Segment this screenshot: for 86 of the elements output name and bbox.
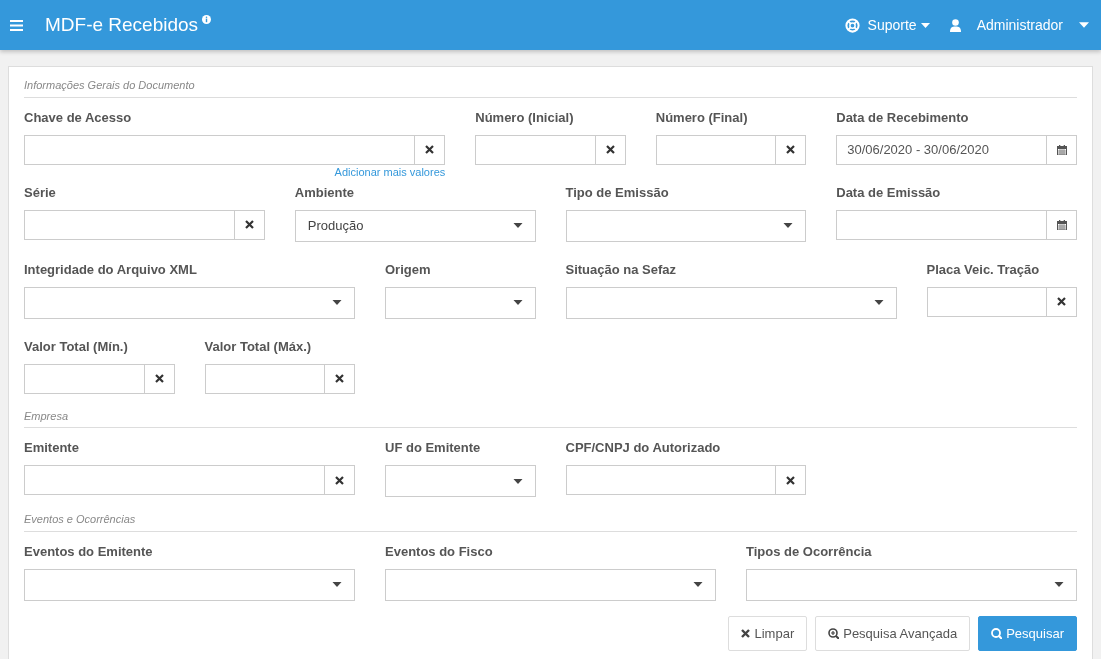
field-label: UF do Emitente bbox=[385, 440, 481, 456]
calendar-icon bbox=[1056, 144, 1067, 155]
calendar-button[interactable] bbox=[1047, 209, 1077, 240]
text-field[interactable] bbox=[565, 465, 777, 495]
field-label: CPF/CNPJ do Autorizado bbox=[565, 440, 721, 456]
text-field[interactable] bbox=[655, 134, 777, 165]
field-label: Emitente bbox=[24, 440, 79, 456]
zoom-in-icon bbox=[828, 627, 840, 639]
clear-button[interactable]: Limpar bbox=[728, 615, 808, 651]
field-label: Tipo de Emissão bbox=[565, 184, 669, 201]
search-icon bbox=[991, 627, 1003, 639]
select-field[interactable] bbox=[565, 286, 897, 319]
select-field[interactable] bbox=[24, 568, 355, 601]
clear-button[interactable] bbox=[776, 134, 807, 165]
select-field[interactable] bbox=[385, 568, 716, 601]
field-label: Número (Final) bbox=[655, 109, 748, 126]
field-label: Valor Total (Mín.) bbox=[24, 338, 128, 355]
text-field[interactable] bbox=[926, 286, 1047, 317]
field-label: Data de Recebimento bbox=[836, 109, 969, 126]
date-range-field[interactable] bbox=[836, 209, 1047, 240]
section-heading: Empresa bbox=[24, 409, 69, 422]
lifebuoy-icon bbox=[844, 17, 860, 33]
page-title: MDF-e Recebidos bbox=[45, 12, 199, 37]
clear-button[interactable] bbox=[144, 363, 175, 394]
field-label: Série bbox=[24, 184, 56, 201]
clear-button[interactable] bbox=[776, 465, 807, 495]
caret-icon bbox=[332, 582, 342, 587]
field-label: Eventos do Fisco bbox=[385, 543, 493, 560]
close-icon bbox=[1057, 297, 1066, 306]
clear-button[interactable] bbox=[325, 363, 355, 394]
caret-icon bbox=[512, 478, 523, 484]
clear-button[interactable] bbox=[595, 134, 626, 165]
text-field[interactable] bbox=[24, 134, 416, 165]
text-field[interactable] bbox=[24, 209, 235, 240]
caret-icon bbox=[332, 300, 342, 305]
field-label: Valor Total (Máx.) bbox=[204, 338, 312, 355]
close-icon bbox=[244, 220, 254, 229]
clear-button[interactable] bbox=[234, 209, 265, 240]
caret-icon bbox=[783, 223, 794, 228]
field-label: Ambiente bbox=[294, 184, 354, 201]
field-label: Situação na Sefaz bbox=[565, 261, 677, 278]
text-field[interactable] bbox=[475, 134, 596, 165]
info-icon bbox=[202, 14, 212, 24]
select-field[interactable] bbox=[385, 465, 536, 497]
text-field[interactable] bbox=[24, 465, 325, 495]
select-field[interactable] bbox=[746, 568, 1077, 601]
calendar-icon bbox=[1056, 219, 1067, 230]
clear-button[interactable] bbox=[325, 465, 355, 495]
close-icon bbox=[786, 145, 796, 154]
calendar-button[interactable] bbox=[1047, 134, 1077, 165]
section-heading: Informações Gerais do Documento bbox=[24, 79, 195, 91]
caret-icon bbox=[920, 22, 930, 28]
select-field[interactable] bbox=[385, 286, 536, 319]
field-label: Tipos de Ocorrência bbox=[746, 543, 872, 560]
caret-icon bbox=[1054, 582, 1064, 587]
text-field[interactable] bbox=[204, 363, 325, 394]
date-range-field[interactable]: 30/06/2020 - 30/06/2020 bbox=[836, 134, 1047, 165]
user-icon bbox=[949, 18, 961, 32]
advanced-search-button[interactable]: Pesquisa Avançada bbox=[815, 615, 971, 651]
close-icon bbox=[335, 475, 344, 485]
field-label: Chave de Acesso bbox=[24, 109, 132, 126]
text-field[interactable] bbox=[24, 363, 145, 394]
caret-icon bbox=[873, 300, 884, 305]
select-field[interactable] bbox=[565, 209, 807, 242]
close-icon bbox=[605, 145, 615, 154]
clear-button[interactable] bbox=[1047, 286, 1077, 317]
close-icon bbox=[335, 374, 344, 383]
close-icon bbox=[786, 475, 796, 485]
select-field[interactable]: Produção bbox=[294, 209, 536, 242]
close-icon bbox=[425, 145, 435, 154]
caret-icon bbox=[512, 223, 523, 228]
menu-icon[interactable] bbox=[10, 19, 23, 31]
field-label: Eventos do Emitente bbox=[24, 543, 153, 560]
field-label: Número (Inicial) bbox=[475, 109, 574, 126]
select-field[interactable] bbox=[24, 286, 355, 319]
clear-button[interactable] bbox=[415, 134, 446, 165]
caret-icon bbox=[1079, 22, 1089, 28]
close-icon bbox=[154, 374, 164, 383]
field-label: Integridade do Arquivo XML bbox=[24, 261, 197, 278]
field-label: Placa Veic. Tração bbox=[926, 261, 1040, 278]
caret-icon bbox=[512, 300, 523, 305]
section-heading: Eventos e Ocorrências bbox=[24, 513, 136, 525]
field-label: Origem bbox=[385, 261, 431, 278]
caret-icon bbox=[693, 582, 703, 587]
field-label: Data de Emissão bbox=[836, 184, 941, 201]
close-icon bbox=[741, 628, 751, 638]
